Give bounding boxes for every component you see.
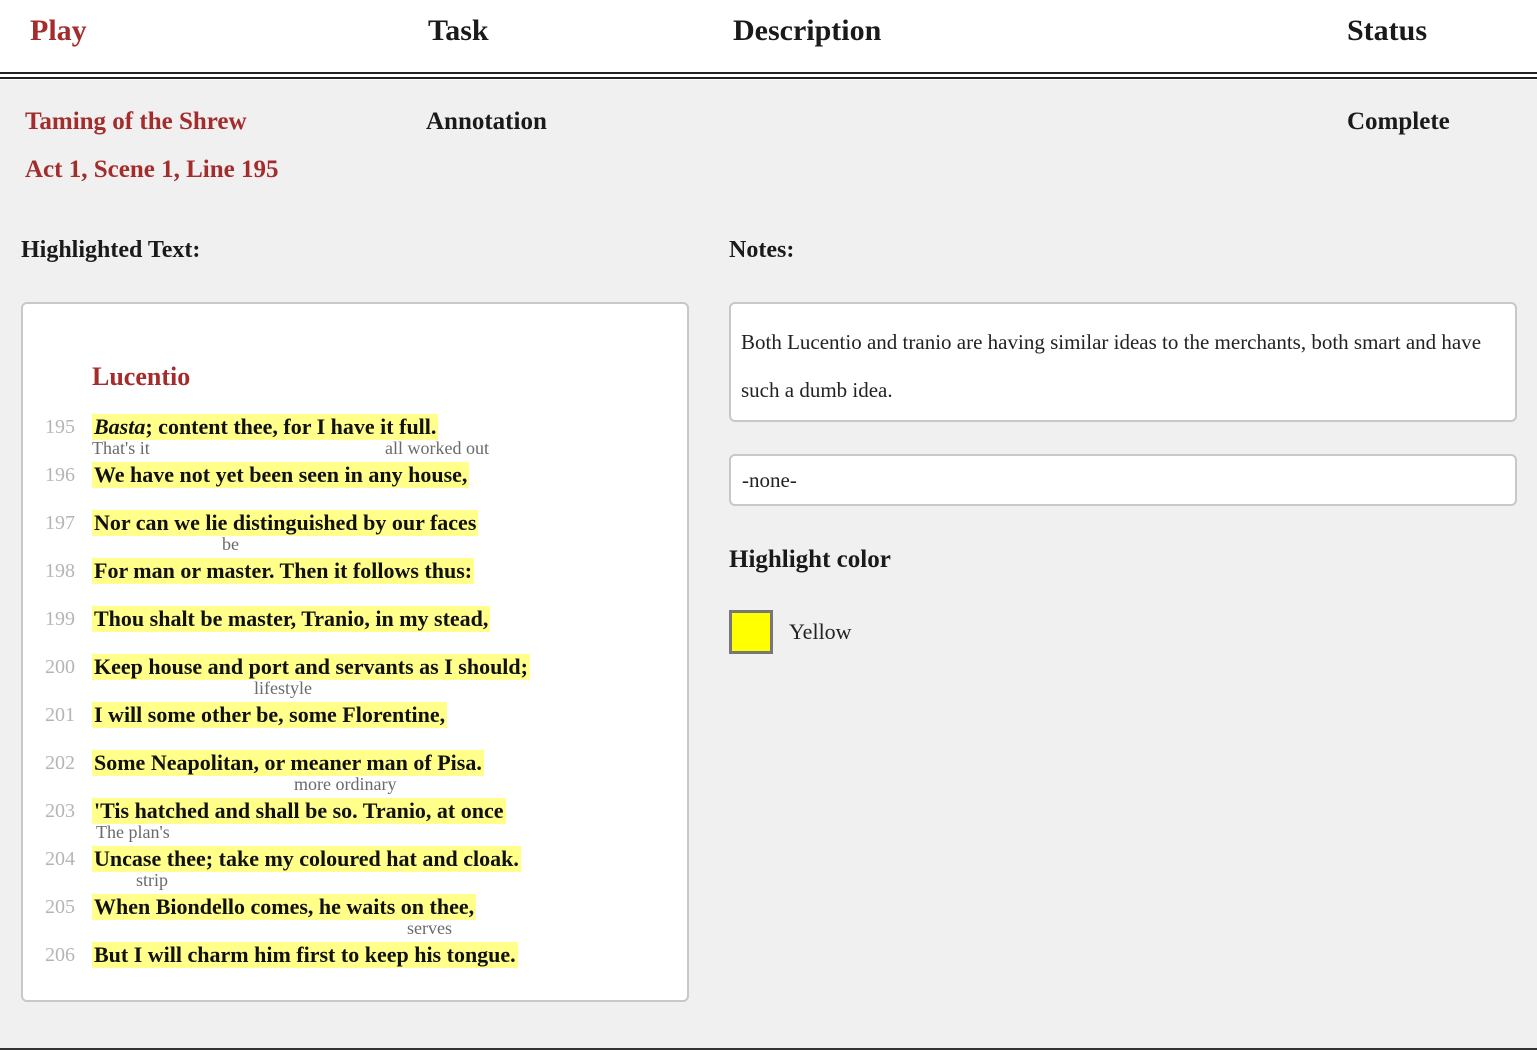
annotation-detail-panel: Taming of the Shrew Act 1, Scene 1, Line… [0,80,1537,1048]
gloss-annotation: be [222,534,239,554]
verse-line[interactable]: For man or master. Then it follows thus: [92,558,475,584]
header-divider-double [0,77,1537,79]
line-number: 195 [45,416,75,438]
task-value: Annotation [426,108,547,135]
notes-textarea[interactable]: Both Lucentio and tranio are having simi… [729,302,1517,422]
gloss-annotation: That's it [92,438,150,458]
verse-line[interactable]: Thou shalt be master, Tranio, in my stea… [92,606,491,632]
gloss-annotation: serves [407,918,452,938]
column-header-task[interactable]: Task [428,14,489,48]
column-header-description[interactable]: Description [733,14,881,48]
verse-line[interactable]: Some Neapolitan, or meaner man of Pisa. [92,750,484,776]
line-number: 200 [45,656,75,678]
verse-italic-word: Basta [94,414,146,439]
line-number: 203 [45,800,75,822]
highlight-color-swatch[interactable] [729,610,773,654]
verse-line[interactable]: When Biondello comes, he waits on thee, [92,894,477,920]
verse-line[interactable]: 'Tis hatched and shall be so. Tranio, at… [92,798,506,824]
verse-line[interactable]: Keep house and port and servants as I sh… [92,654,530,680]
line-number: 205 [45,896,75,918]
line-number: 197 [45,512,75,534]
highlight-color-name: Yellow [789,619,852,644]
gloss-annotation: strip [136,870,169,890]
line-number: 206 [45,944,75,966]
line-number: 198 [45,560,75,582]
verse-line[interactable]: But I will charm him first to keep his t… [92,942,518,968]
line-number: 201 [45,704,75,726]
notes-label: Notes: [729,237,795,263]
highlighted-text-label: Highlighted Text: [21,237,201,263]
verse-line[interactable]: I will some other be, some Florentine, [92,702,448,728]
verse-line-text: ; content thee, for I have it full. [145,414,437,439]
footer-divider [0,1048,1537,1050]
line-number: 202 [45,752,75,774]
speaker-name: Lucentio [92,362,191,391]
gloss-annotation: The plan's [96,822,170,842]
line-number: 196 [45,464,75,486]
column-header-status[interactable]: Status [1347,14,1427,48]
gloss-annotation: lifestyle [254,678,312,698]
gloss-annotation: all worked out [385,438,489,458]
notes-tag-select[interactable]: -none- [729,454,1517,506]
verse-line[interactable]: Basta; content thee, for I have it full. [92,414,439,440]
header-divider [0,72,1537,74]
play-location[interactable]: Act 1, Scene 1, Line 195 [25,156,278,184]
column-header-play[interactable]: Play [30,14,87,48]
play-title[interactable]: Taming of the Shrew [25,108,247,136]
table-header: Play Task Description Status [0,0,1537,78]
line-number: 204 [45,848,75,870]
highlighted-text-card: Lucentio 195 Basta; content thee, for I … [21,302,689,1002]
status-value: Complete [1347,108,1450,135]
gloss-annotation: more ordinary [294,774,397,794]
verse-line[interactable]: Uncase thee; take my coloured hat and cl… [92,846,521,872]
line-number: 199 [45,608,75,630]
highlight-color-label: Highlight color [729,546,891,573]
verse-line[interactable]: Nor can we lie distinguished by our face… [92,510,479,536]
verse-line[interactable]: We have not yet been seen in any house, [92,462,470,488]
